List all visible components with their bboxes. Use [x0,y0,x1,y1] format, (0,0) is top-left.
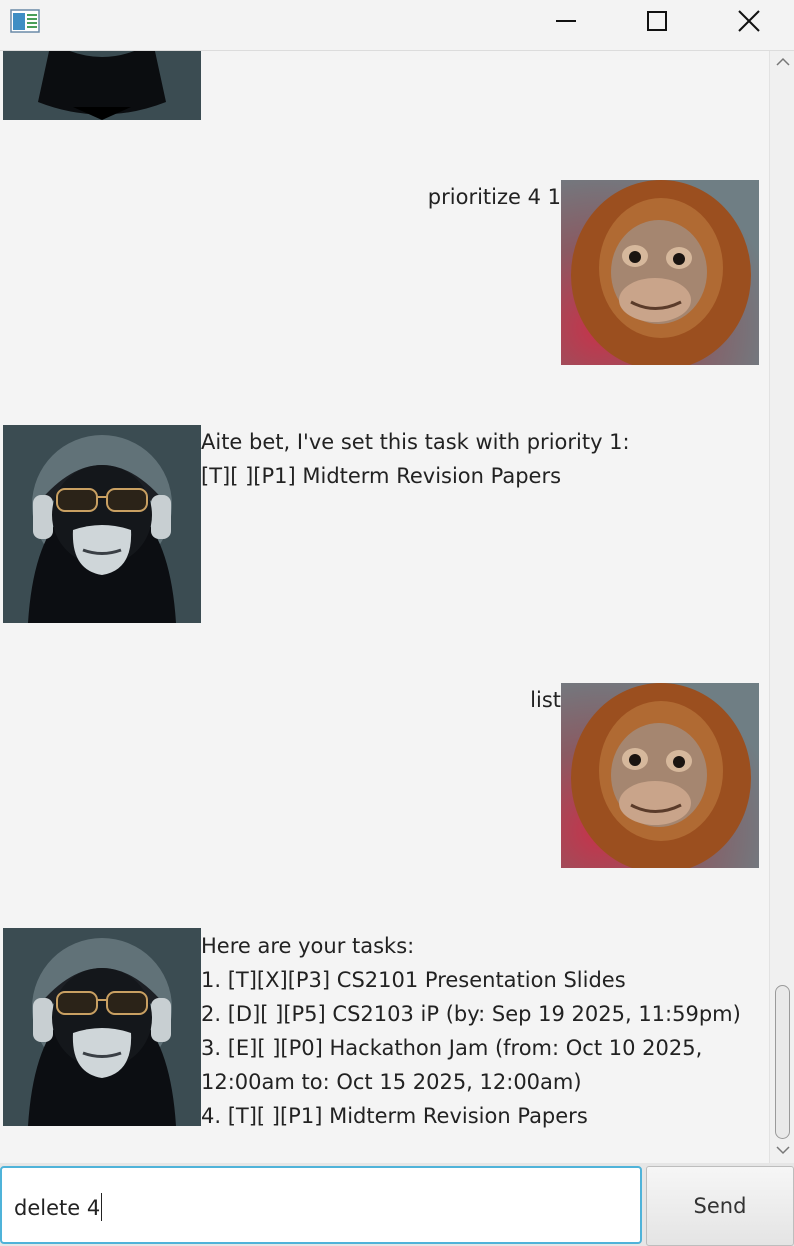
scroll-thumb[interactable] [775,985,790,1139]
chat-area: prioritize 4 1 Aite bet, I've set this t… [0,51,769,1163]
text-caret [101,1193,103,1221]
message-input[interactable]: delete 4 [0,1166,642,1244]
bot-message: Here are your tasks: 1. [T][X][P3] CS210… [201,934,741,1128]
user-message: list [530,688,561,712]
app-window-icon [10,9,40,33]
orangutan-avatar [561,683,759,868]
chevron-down-icon[interactable] [776,1145,790,1155]
chevron-up-icon[interactable] [776,57,790,67]
gorilla-avatar [3,928,201,1126]
message-input-text[interactable]: delete 4 [14,1193,103,1221]
gorilla-avatar [3,51,201,120]
send-button[interactable]: Send [646,1166,794,1246]
minimize-icon[interactable] [543,0,589,44]
user-message: prioritize 4 1 [427,185,561,209]
title-bar [0,0,794,51]
close-icon[interactable] [726,0,772,44]
gorilla-avatar [3,425,201,623]
orangutan-avatar [561,180,759,365]
input-row: delete 4 Send [0,1163,794,1246]
bot-message: Aite bet, I've set this task with priori… [201,430,630,488]
maximize-icon[interactable] [634,0,680,44]
vertical-scrollbar[interactable] [769,51,794,1163]
